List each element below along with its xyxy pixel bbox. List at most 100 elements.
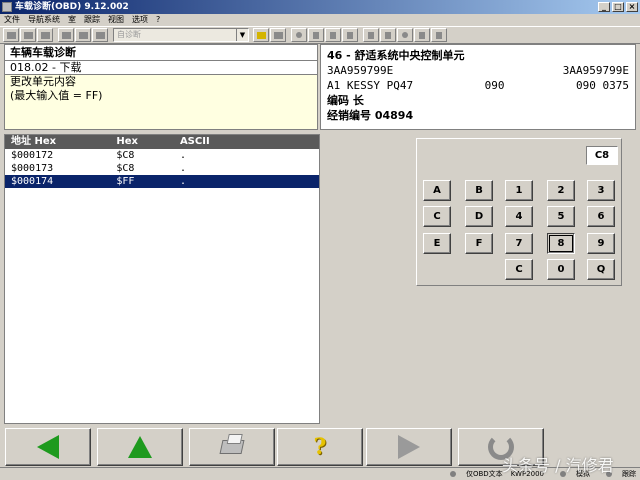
app-icon (2, 2, 12, 12)
play-button[interactable] (363, 28, 379, 42)
toolbar: 自诊断 ▼ (0, 26, 640, 44)
toolbar-car3-icon[interactable] (37, 28, 53, 42)
watermark: 头条号 / 汽修君 (502, 456, 614, 475)
menu-options[interactable]: 选项 (132, 14, 148, 26)
component-version: 090 (484, 79, 505, 92)
help-icon: ? (313, 434, 327, 460)
part-number-row: 3AA959799E 3AA959799E (327, 63, 629, 78)
key-3[interactable]: 3 (587, 180, 615, 201)
pause-button[interactable] (308, 28, 324, 42)
toolbar-grid-icon[interactable] (75, 28, 91, 42)
table-row[interactable]: $000172 $C8 . (5, 149, 319, 162)
step-icon (330, 31, 336, 39)
arrow-right-icon (398, 435, 420, 459)
grid-icon (78, 31, 88, 39)
rec2-button[interactable] (397, 28, 413, 42)
component-name: A1 KESSY PQ47 (327, 79, 414, 92)
close-button[interactable]: × (626, 2, 638, 12)
key-1[interactable]: 1 (505, 180, 533, 201)
key-8[interactable]: 8 (547, 233, 575, 254)
stop-button[interactable] (342, 28, 358, 42)
play-icon (368, 31, 374, 39)
menu-trace[interactable]: 跟踪 (84, 14, 100, 26)
prompt-line-1: 更改单元内容 (10, 75, 76, 88)
key-2[interactable]: 2 (547, 180, 575, 201)
menu-file[interactable]: 文件 (4, 14, 20, 26)
key-6[interactable]: 6 (587, 206, 615, 227)
menu-navigation[interactable]: 导航系统 (28, 14, 60, 26)
table-row-selected[interactable]: $000174 $FF . (5, 175, 319, 188)
help-button[interactable]: ? (277, 428, 363, 466)
print-button[interactable] (189, 428, 275, 466)
key-4[interactable]: 4 (505, 206, 533, 227)
toolbar-car2-icon[interactable] (20, 28, 36, 42)
function-select[interactable]: 自诊断 ▼ (113, 28, 249, 42)
key-0[interactable]: 0 (547, 259, 575, 280)
key-d[interactable]: D (465, 206, 493, 227)
minimize-button[interactable]: _ (598, 2, 610, 12)
key-quit[interactable]: Q (587, 259, 615, 280)
cell-address: $000174 (11, 176, 54, 187)
menu-help[interactable]: ? (156, 14, 160, 26)
stop-icon (385, 31, 391, 39)
part-number: 3AA959799E (327, 64, 394, 77)
menu-bar: 文件 导航系统 室 跟踪 视图 选项 ? (0, 14, 640, 26)
toolbar-paste-icon[interactable] (270, 28, 286, 42)
memory-table: 地址 Hex Hex ASCII $000172 $C8 . $000173 $… (4, 134, 320, 424)
key-c[interactable]: C (423, 206, 451, 227)
title-bar: 车载诊断(OBD) 9.12.002 _ □ × (0, 0, 640, 14)
toolbar-car-icon[interactable] (3, 28, 19, 42)
info-panel-right: 46 - 舒适系统中央控制单元 3AA959799E 3AA959799E A1… (320, 44, 636, 130)
car-icon (23, 31, 33, 39)
info-panel-left: 车辆车载诊断 018.02 - 下载 更改单元内容 (最大输入值 = FF) (4, 44, 318, 130)
cell-ascii: . (179, 176, 186, 187)
cell-address: $000172 (11, 150, 54, 161)
key-clear[interactable]: C (505, 259, 533, 280)
font-icon (436, 31, 442, 39)
status-obd-text: 仅OBD文本 (442, 468, 503, 480)
maximize-button[interactable]: □ (612, 2, 624, 12)
forward-button[interactable] (366, 428, 452, 466)
record-icon (402, 32, 408, 38)
panel-title: 车辆车载诊断 (5, 45, 317, 61)
arrow-left-icon (37, 435, 59, 459)
table-row[interactable]: $000173 $C8 . (5, 162, 319, 175)
font-b-button[interactable] (431, 28, 447, 42)
key-9[interactable]: 9 (587, 233, 615, 254)
key-a[interactable]: A (423, 180, 451, 201)
stop2-button[interactable] (380, 28, 396, 42)
arrow-up-icon (128, 436, 152, 458)
value-display: C8 (586, 146, 618, 165)
paste-icon (273, 31, 283, 39)
component-version-alt: 090 0375 (576, 79, 629, 92)
step-button[interactable] (325, 28, 341, 42)
column-header-ascii[interactable]: ASCII (174, 135, 319, 149)
column-header-address[interactable]: 地址 Hex (5, 135, 110, 149)
key-5[interactable]: 5 (547, 206, 575, 227)
key-f[interactable]: F (465, 233, 493, 254)
dealer-number: 经销编号 04894 (327, 109, 414, 122)
cell-address: $000173 (11, 163, 54, 174)
cell-hex: $FF (116, 176, 135, 187)
key-b[interactable]: B (465, 180, 493, 201)
toolbar-star-icon[interactable] (253, 28, 269, 42)
document-icon (61, 31, 71, 39)
up-button[interactable] (97, 428, 183, 466)
record-button[interactable] (291, 28, 307, 42)
key-7[interactable]: 7 (505, 233, 533, 254)
menu-view[interactable]: 视图 (108, 14, 124, 26)
control-unit-name: 46 - 舒适系统中央控制单元 (327, 49, 465, 62)
font-a-button[interactable] (414, 28, 430, 42)
coding-label: 编码 长 (327, 94, 364, 107)
key-e[interactable]: E (423, 233, 451, 254)
font-icon (419, 31, 425, 39)
toolbar-list-icon[interactable] (92, 28, 108, 42)
car-icon (40, 31, 50, 39)
chevron-down-icon[interactable]: ▼ (236, 29, 248, 41)
prompt-line-2: (最大输入值 = FF) (10, 89, 103, 102)
menu-room[interactable]: 室 (68, 14, 76, 26)
cell-hex: $C8 (116, 150, 135, 161)
back-button[interactable] (5, 428, 91, 466)
toolbar-doc-icon[interactable] (58, 28, 74, 42)
column-header-hex[interactable]: Hex (110, 135, 174, 149)
